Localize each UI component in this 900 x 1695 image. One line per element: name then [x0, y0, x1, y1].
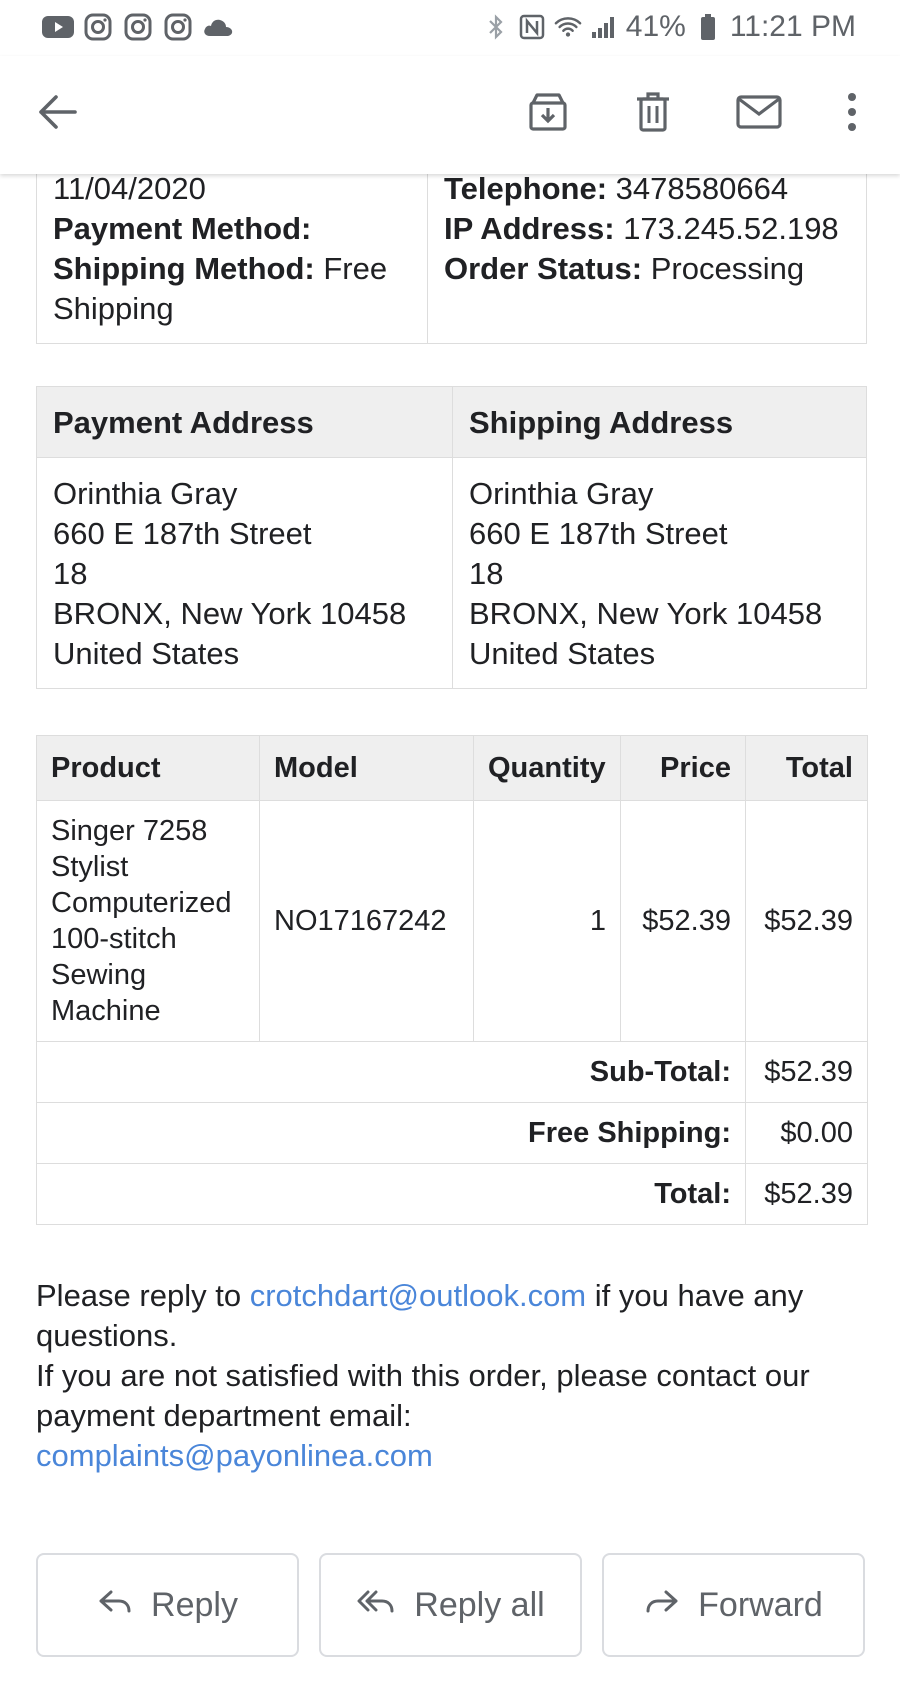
forward-icon	[644, 1586, 680, 1625]
subtotal-row: Sub-Total: $52.39	[36, 1041, 868, 1103]
reply-all-label: Reply all	[414, 1585, 545, 1624]
telephone-label: Telephone:	[444, 171, 608, 206]
archive-button[interactable]	[516, 82, 580, 146]
order-date: 11/04/2020	[53, 171, 206, 206]
column-header-price: Price	[620, 735, 746, 801]
payment-name: Orinthia Gray	[53, 476, 238, 511]
column-header-total: Total	[745, 735, 868, 801]
delete-icon	[634, 91, 672, 138]
shipping-country: United States	[469, 636, 656, 671]
telephone-value: 3478580664	[615, 171, 789, 206]
column-header-model: Model	[259, 735, 474, 801]
payment-city: BRONX, New York 10458	[53, 596, 407, 631]
product-model: NO17167242	[259, 800, 474, 1042]
subtotal-value: $52.39	[745, 1041, 868, 1103]
archive-icon	[527, 91, 569, 138]
product-price: $52.39	[620, 800, 746, 1042]
order-status-label: Order Status:	[444, 251, 643, 286]
payment-unit: 18	[53, 556, 88, 591]
shipping-cost-value: $0.00	[745, 1102, 868, 1164]
reply-icon	[97, 1586, 133, 1625]
total-value: $52.39	[745, 1163, 868, 1225]
complaint-text: If you are not satisfied with this order…	[36, 1358, 810, 1433]
mark-unread-button[interactable]	[727, 82, 791, 146]
column-header-quantity: Quantity	[473, 735, 621, 801]
more-options-button[interactable]	[820, 82, 884, 146]
complaint-email-link[interactable]: complaints@payonlinea.com	[36, 1438, 433, 1473]
shipping-street: 660 E 187th Street	[469, 516, 728, 551]
reply-prefix: Please reply to	[36, 1278, 242, 1313]
shipping-row: Free Shipping: $0.00	[36, 1102, 868, 1164]
more-vert-icon	[847, 92, 857, 137]
email-body: 11/04/2020 Payment Method: Shipping Meth…	[0, 0, 900, 1695]
payment-street: 660 E 187th Street	[53, 516, 312, 551]
column-header-product: Product	[36, 735, 260, 801]
shipping-cost-label: Free Shipping:	[36, 1102, 746, 1164]
shipping-name: Orinthia Gray	[469, 476, 654, 511]
forward-button[interactable]: Forward	[602, 1553, 865, 1657]
payment-address-header: Payment Address	[36, 386, 453, 458]
shipping-city: BRONX, New York 10458	[469, 596, 823, 631]
reply-all-button[interactable]: Reply all	[319, 1553, 582, 1657]
back-arrow-icon	[38, 94, 78, 135]
subtotal-label: Sub-Total:	[36, 1041, 746, 1103]
delete-button[interactable]	[621, 82, 685, 146]
product-name: Singer 7258 Stylist Computerized 100-sti…	[36, 800, 260, 1042]
total-row: Total: $52.39	[36, 1163, 868, 1225]
shipping-method-label: Shipping Method:	[53, 251, 315, 286]
action-bar: Reply Reply all Forward	[36, 1553, 865, 1657]
mark-unread-icon	[736, 94, 782, 134]
reply-all-icon	[356, 1586, 396, 1625]
payment-method-label: Payment Method:	[53, 211, 312, 246]
payment-address: Orinthia Gray 660 E 187th Street 18 BRON…	[36, 457, 453, 689]
reply-button[interactable]: Reply	[36, 1553, 299, 1657]
back-button[interactable]	[26, 82, 90, 146]
order-status-value: Processing	[650, 251, 805, 286]
forward-label: Forward	[698, 1585, 823, 1624]
reply-label: Reply	[151, 1585, 238, 1624]
product-quantity: 1	[473, 800, 621, 1042]
shipping-address: Orinthia Gray 660 E 187th Street 18 BRON…	[452, 457, 867, 689]
table-row: Singer 7258 Stylist Computerized 100-sti…	[36, 800, 868, 1042]
ip-address-label: IP Address:	[444, 211, 615, 246]
footer-message: Please reply to crotchdart@outlook.com i…	[36, 1276, 866, 1476]
app-bar	[0, 56, 900, 174]
total-label: Total:	[36, 1163, 746, 1225]
reply-email-link[interactable]: crotchdart@outlook.com	[250, 1278, 586, 1313]
shipping-address-header: Shipping Address	[452, 386, 867, 458]
shipping-unit: 18	[469, 556, 504, 591]
address-table: Payment Address Shipping Address Orinthi…	[36, 386, 867, 689]
products-table: Product Model Quantity Price Total Singe…	[36, 735, 868, 1225]
ip-address-value: 173.245.52.198	[623, 211, 839, 246]
product-total: $52.39	[745, 800, 868, 1042]
payment-country: United States	[53, 636, 240, 671]
